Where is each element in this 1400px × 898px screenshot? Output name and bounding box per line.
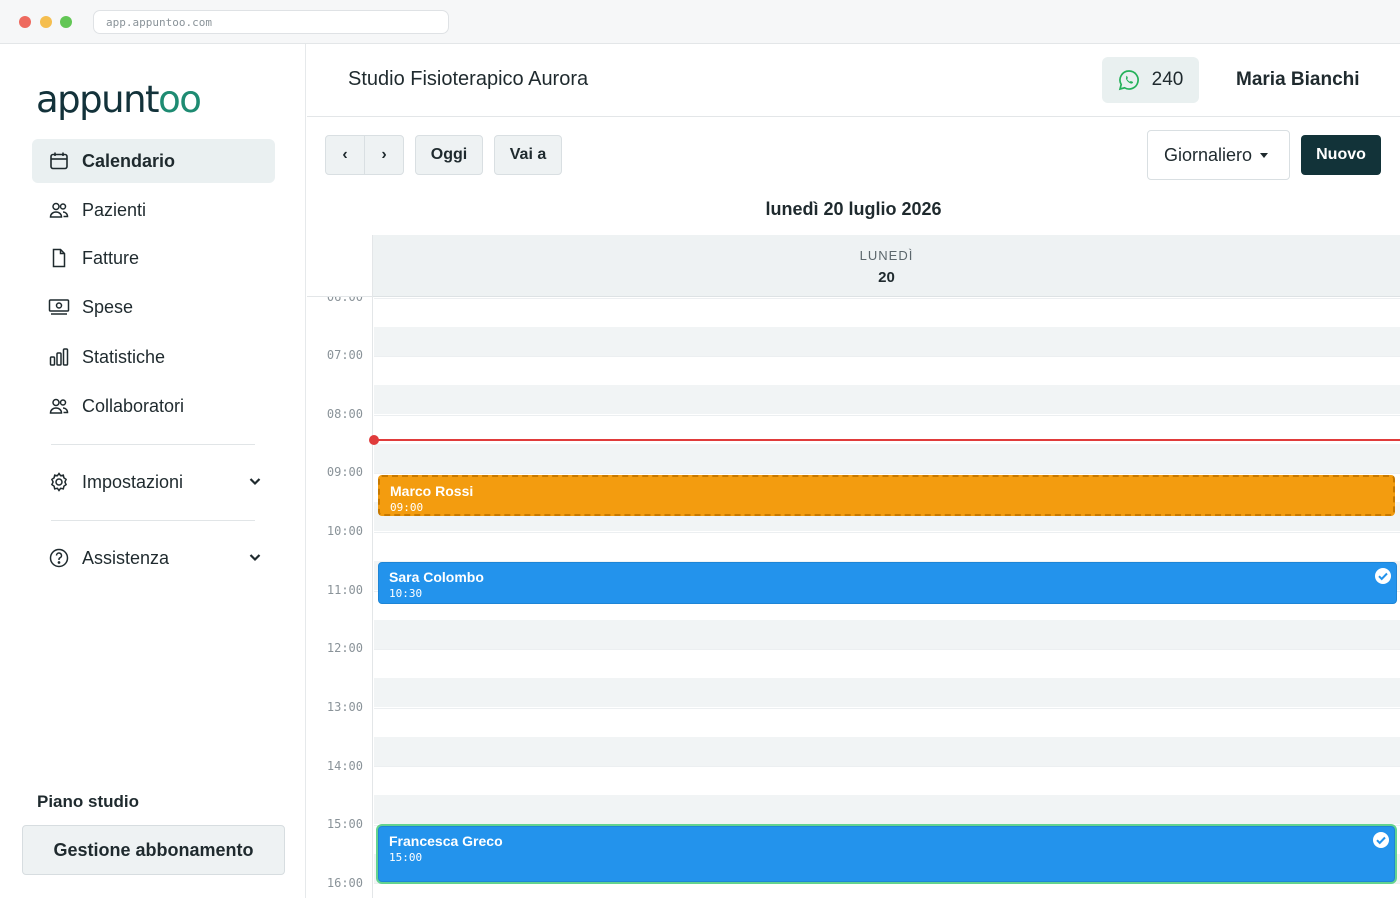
hour-label: 11:00 bbox=[326, 583, 363, 597]
day-column-header[interactable]: LUNEDÌ 20 bbox=[373, 235, 1400, 297]
time-slot[interactable] bbox=[374, 766, 1400, 795]
browser-chrome: app.appuntoo.com bbox=[0, 0, 1400, 44]
time-gutter: 06:00 07:00 08:00 09:00 10:00 11:00 12:0… bbox=[307, 235, 373, 898]
document-icon bbox=[48, 247, 70, 269]
time-slot[interactable] bbox=[374, 649, 1400, 678]
whatsapp-count: 240 bbox=[1151, 69, 1184, 90]
sidebar-item-label: Assistenza bbox=[82, 547, 170, 568]
time-slot[interactable] bbox=[374, 883, 1400, 898]
hour-label: 14:00 bbox=[326, 759, 363, 773]
window-minimize-button[interactable] bbox=[40, 16, 52, 28]
users-icon bbox=[48, 199, 70, 221]
today-button[interactable]: Oggi bbox=[415, 135, 483, 175]
calendar-corner bbox=[307, 235, 373, 297]
hour-label: 16:00 bbox=[326, 876, 363, 890]
time-slot[interactable] bbox=[374, 678, 1400, 707]
caret-down-icon bbox=[1260, 152, 1269, 158]
window-maximize-button[interactable] bbox=[60, 16, 72, 28]
appointment-time: 15:00 bbox=[389, 851, 423, 864]
calendar-icon bbox=[48, 150, 70, 172]
whatsapp-icon bbox=[1118, 70, 1139, 91]
sidebar: appuntoo Calendario Pazienti Fatture Spe… bbox=[0, 44, 306, 898]
hour-label: 08:00 bbox=[326, 407, 363, 421]
top-header: Studio Fisioterapico Aurora 240 Maria Bi… bbox=[307, 44, 1400, 117]
current-time-line bbox=[374, 439, 1400, 441]
check-circle-icon bbox=[1373, 832, 1389, 848]
money-icon bbox=[48, 296, 70, 318]
hour-label: 15:00 bbox=[326, 817, 363, 831]
appointment-time: 09:00 bbox=[390, 501, 424, 514]
appointment-event[interactable]: Francesca Greco 15:00 bbox=[378, 826, 1395, 882]
appointment-patient: Sara Colombo bbox=[389, 569, 484, 585]
manage-subscription-button[interactable]: Gestione abbonamento bbox=[22, 825, 285, 875]
day-number: 20 bbox=[878, 269, 895, 286]
hour-label: 09:00 bbox=[326, 465, 363, 479]
check-circle-icon bbox=[1375, 568, 1391, 584]
sidebar-item-assistenza[interactable]: Assistenza bbox=[32, 536, 275, 580]
sidebar-item-spese[interactable]: Spese bbox=[32, 285, 275, 329]
appointment-time: 10:30 bbox=[389, 587, 423, 600]
gear-icon bbox=[48, 471, 70, 493]
time-slot[interactable] bbox=[374, 708, 1400, 737]
chevron-down-icon bbox=[249, 554, 261, 562]
time-slot[interactable] bbox=[374, 444, 1400, 473]
app-logo[interactable]: appuntoo bbox=[36, 78, 202, 121]
address-bar[interactable]: app.appuntoo.com bbox=[93, 10, 449, 34]
sidebar-item-label: Impostazioni bbox=[82, 471, 184, 492]
prev-day-button[interactable]: ‹ bbox=[325, 135, 365, 175]
sidebar-item-label: Fatture bbox=[82, 247, 140, 268]
appointment-event[interactable]: Sara Colombo 10:30 bbox=[378, 562, 1397, 604]
sidebar-item-label: Pazienti bbox=[82, 199, 147, 220]
help-circle-icon bbox=[48, 547, 70, 569]
view-selector-value: Giornaliero bbox=[1164, 144, 1253, 165]
time-slot[interactable] bbox=[374, 385, 1400, 414]
whatsapp-credits-badge[interactable]: 240 bbox=[1102, 57, 1199, 103]
window-close-button[interactable] bbox=[19, 16, 31, 28]
sidebar-item-collaboratori[interactable]: Collaboratori bbox=[32, 384, 275, 428]
sidebar-item-impostazioni[interactable]: Impostazioni bbox=[32, 460, 275, 504]
plan-label: Piano studio bbox=[37, 792, 139, 811]
appointment-patient: Marco Rossi bbox=[390, 483, 474, 499]
bar-chart-icon bbox=[48, 346, 70, 368]
hour-label: 07:00 bbox=[326, 348, 363, 362]
time-slot[interactable] bbox=[374, 356, 1400, 385]
time-slot[interactable] bbox=[374, 532, 1400, 561]
studio-name: Studio Fisioterapico Aurora bbox=[348, 68, 589, 90]
sidebar-item-fatture[interactable]: Fatture bbox=[32, 236, 275, 280]
sidebar-item-statistiche[interactable]: Statistiche bbox=[32, 335, 275, 379]
current-date-title: lunedì 20 luglio 2026 bbox=[765, 199, 942, 219]
time-slot[interactable] bbox=[374, 795, 1400, 824]
sidebar-item-label: Statistiche bbox=[82, 346, 166, 367]
sidebar-item-label: Collaboratori bbox=[82, 395, 185, 416]
view-selector[interactable]: Giornaliero bbox=[1147, 130, 1290, 180]
new-appointment-button[interactable]: Nuovo bbox=[1301, 135, 1381, 175]
day-calendar: LUNEDÌ 20 06:00 07:00 08:00 09:00 10:00 … bbox=[307, 235, 1400, 898]
sidebar-item-label: Spese bbox=[82, 296, 134, 317]
sidebar-divider bbox=[51, 444, 255, 445]
goto-date-button[interactable]: Vai a bbox=[494, 135, 562, 175]
hour-label: 10:00 bbox=[326, 524, 363, 538]
users-icon bbox=[48, 395, 70, 417]
sidebar-item-pazienti[interactable]: Pazienti bbox=[32, 188, 275, 232]
sidebar-item-label: Calendario bbox=[82, 150, 176, 171]
hour-label: 13:00 bbox=[326, 700, 363, 714]
day-name: LUNEDÌ bbox=[859, 248, 914, 263]
sidebar-item-calendario[interactable]: Calendario bbox=[32, 139, 275, 183]
appointment-patient: Francesca Greco bbox=[389, 833, 503, 849]
sidebar-divider bbox=[51, 520, 255, 521]
appointment-event[interactable]: Marco Rossi 09:00 bbox=[378, 475, 1395, 516]
next-day-button[interactable]: › bbox=[364, 135, 404, 175]
hour-label: 12:00 bbox=[326, 641, 363, 655]
user-menu[interactable]: Maria Bianchi bbox=[1236, 69, 1360, 91]
time-slot[interactable] bbox=[374, 327, 1400, 356]
time-slot[interactable] bbox=[374, 298, 1400, 327]
time-slot[interactable] bbox=[374, 737, 1400, 766]
time-slot[interactable] bbox=[374, 620, 1400, 649]
chevron-down-icon bbox=[249, 478, 261, 486]
